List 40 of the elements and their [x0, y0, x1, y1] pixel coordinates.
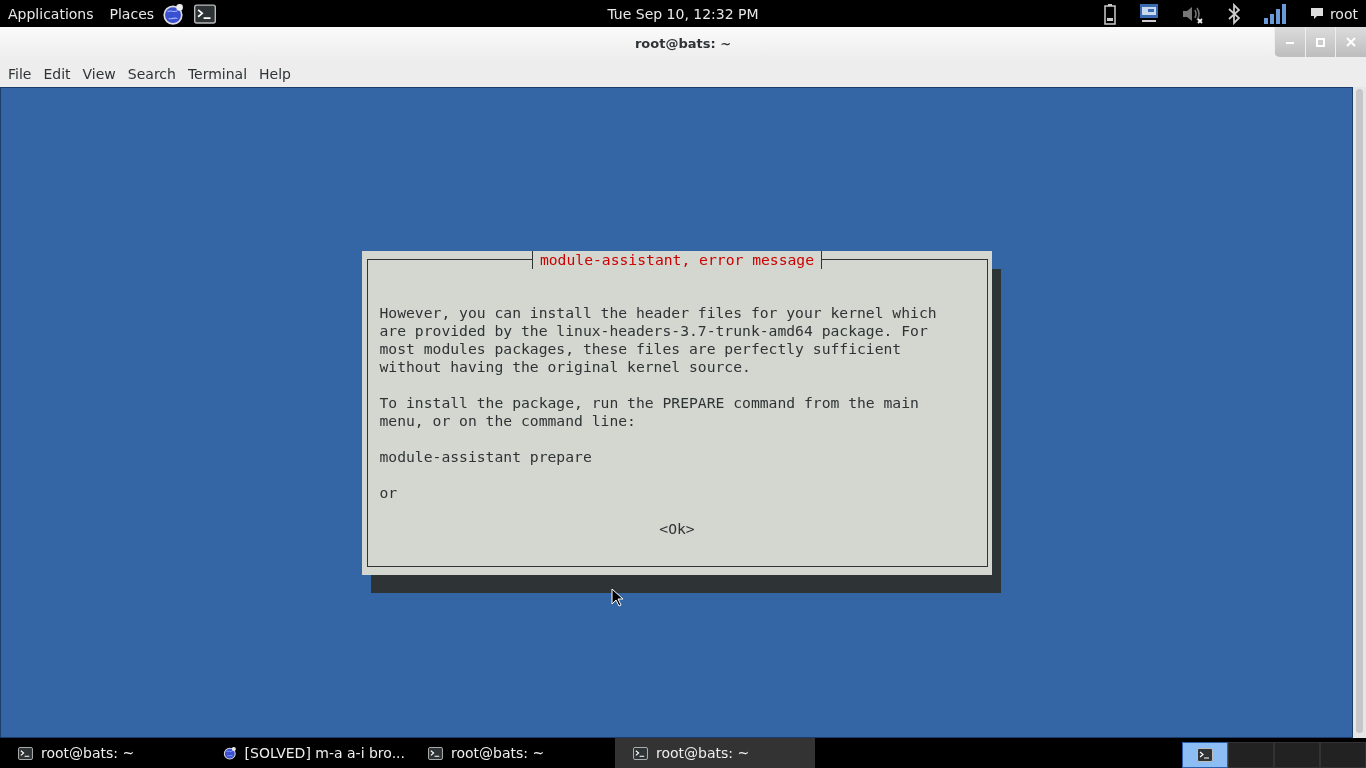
task-label: root@bats: ~: [656, 745, 750, 761]
terminal-icon: [633, 746, 648, 760]
window-title: root@bats: ~: [634, 36, 732, 51]
scrollbar[interactable]: [1353, 87, 1366, 738]
task-label: [SOLVED] m-a a-i bro...: [244, 745, 405, 761]
bluetooth-icon[interactable]: [1227, 2, 1240, 25]
menu-item[interactable]: Help: [253, 65, 297, 82]
terminal-icon: [194, 3, 217, 24]
taskbar-button[interactable]: [SOLVED] m-a a-i bro...: [205, 738, 405, 768]
dialog-title: module-assistant, error message: [531, 250, 823, 269]
globe-icon: [223, 745, 237, 761]
terminal-icon: [1197, 748, 1213, 762]
dialog-text: module-assistant prepare: [379, 447, 593, 466]
chat-icon[interactable]: [1309, 7, 1324, 20]
user-name[interactable]: root: [1329, 5, 1358, 22]
dialog-text: However, you can install the header files for your kernel which are provided by the linux-headers-3.7-trunk-amd64 package. For most modules packages, these files are perfectly sufficient without having the original kernel source.: [379, 303, 938, 376]
task-label: root@bats: ~: [451, 745, 545, 761]
terminal-icon: [428, 746, 443, 760]
menu-item[interactable]: Edit: [37, 65, 77, 82]
menu-item[interactable]: View: [76, 65, 122, 82]
signal-icon[interactable]: [1263, 3, 1286, 24]
menu-item[interactable]: Terminal: [181, 65, 254, 82]
taskbar-button[interactable]: root@bats: ~: [615, 738, 815, 768]
battery-icon[interactable]: [1103, 2, 1116, 25]
clock[interactable]: Tue Sep 10, 12:32 PM: [607, 5, 759, 22]
dialog-text: or: [379, 483, 399, 502]
workspace-button[interactable]: [1182, 742, 1228, 768]
network-icon[interactable]: [1139, 3, 1158, 24]
panel-menu[interactable]: Applications: [0, 5, 102, 22]
menu-item[interactable]: Search: [121, 65, 182, 82]
task-label: root@bats: ~: [41, 745, 135, 761]
mouse-cursor-icon: [611, 588, 623, 607]
ok-button[interactable]: <Ok>: [659, 519, 695, 538]
dialog-text: To install the package, run the PREPARE command from the main menu, or on the command line:: [379, 393, 920, 430]
globe-icon: [162, 2, 185, 25]
taskbar-button[interactable]: root@bats: ~: [0, 738, 200, 768]
taskbar-button[interactable]: root@bats: ~: [410, 738, 610, 768]
menu-item[interactable]: File: [2, 65, 38, 82]
terminal-icon: [18, 746, 33, 760]
panel-menu[interactable]: Places: [101, 5, 163, 22]
